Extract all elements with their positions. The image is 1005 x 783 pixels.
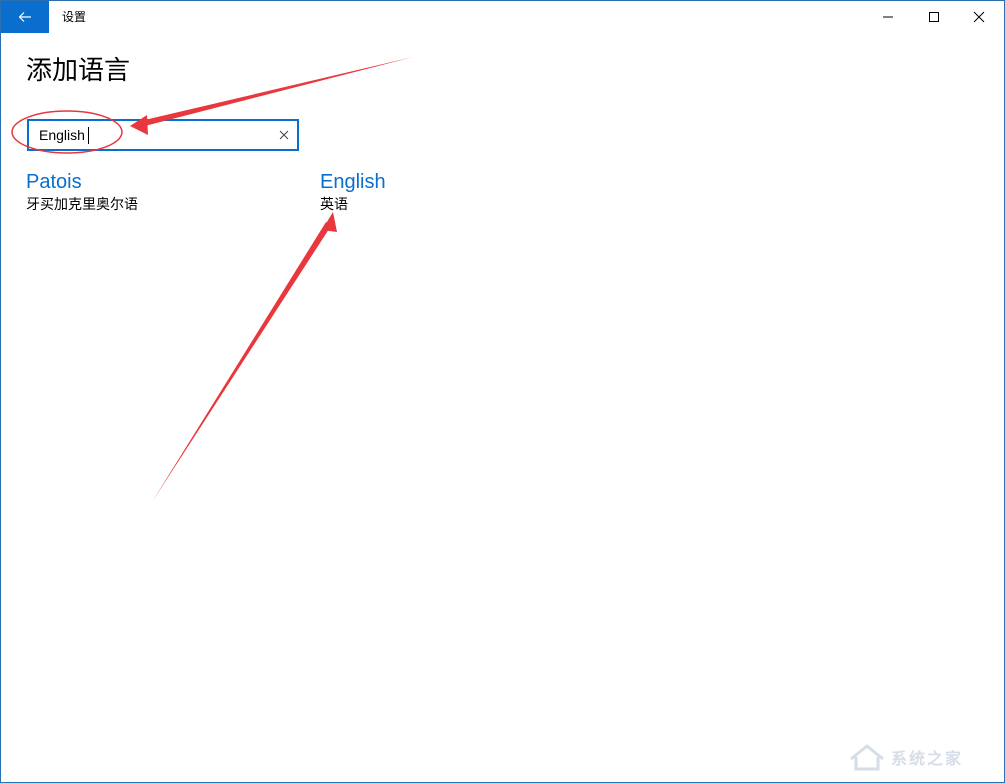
text-caret	[88, 127, 89, 144]
result-item-english[interactable]: English 英语	[320, 169, 386, 215]
clear-icon	[279, 130, 289, 140]
close-icon	[973, 11, 985, 23]
language-search-box[interactable]	[27, 119, 299, 151]
page-title: 添加语言	[26, 56, 131, 86]
title-bar: 设置	[1, 1, 1004, 33]
maximize-icon	[929, 12, 939, 22]
minimize-icon	[883, 16, 893, 18]
maximize-button[interactable]	[911, 1, 957, 33]
result-name: Patois	[26, 171, 82, 193]
watermark: 系统之家	[847, 737, 997, 777]
result-item-patois[interactable]: Patois 牙买加克里奥尔语	[26, 169, 138, 215]
settings-window: 设置 添加语言 Patois 牙买加克里奥尔语	[0, 0, 1005, 783]
watermark-text: 系统之家	[891, 749, 964, 768]
minimize-button[interactable]	[865, 1, 911, 33]
clear-search-button[interactable]	[277, 128, 291, 142]
result-name: English	[320, 171, 386, 193]
result-native-name: 牙买加克里奥尔语	[26, 197, 138, 213]
close-button[interactable]	[956, 1, 1002, 33]
app-title: 设置	[62, 10, 87, 24]
back-arrow-icon	[18, 12, 31, 22]
language-search-input[interactable]	[39, 121, 269, 149]
result-native-name: 英语	[320, 197, 348, 213]
back-button[interactable]	[1, 1, 49, 33]
house-logo-icon	[850, 744, 884, 771]
